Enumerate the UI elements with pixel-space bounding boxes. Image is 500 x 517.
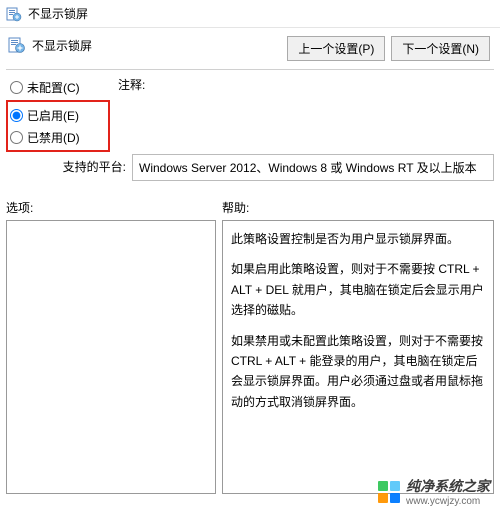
watermark-line2: www.ycwjzy.com: [406, 496, 490, 507]
help-pane: 帮助: 此策略设置控制是否为用户显示锁屏界面。 如果启用此策略设置，则对于不需要…: [222, 185, 494, 494]
radio-disabled[interactable]: 已禁用(D): [10, 126, 104, 148]
radio-not-configured-input[interactable]: [10, 81, 23, 94]
nav-buttons: 上一个设置(P) 下一个设置(N): [287, 36, 494, 61]
help-label: 帮助:: [222, 185, 494, 220]
help-paragraph: 如果禁用或未配置此策略设置，则对于不需要按 CTRL + ALT + 能登录的用…: [231, 331, 485, 413]
supported-platform-label: 支持的平台:: [6, 154, 132, 175]
config-row: 未配置(C) 已启用(E) 已禁用(D) 注释:: [0, 70, 500, 152]
supported-platform-value: Windows Server 2012、Windows 8 或 Windows …: [132, 154, 494, 181]
previous-setting-button[interactable]: 上一个设置(P): [287, 36, 385, 61]
highlight-box: 已启用(E) 已禁用(D): [6, 100, 110, 152]
titlebar: 不显示锁屏: [0, 0, 500, 28]
gpedit-icon: [6, 6, 22, 22]
comment-label: 注释:: [118, 76, 494, 93]
radio-disabled-label: 已禁用(D): [27, 129, 80, 146]
comment-column: 注释:: [110, 76, 494, 97]
radio-not-configured[interactable]: 未配置(C): [10, 76, 110, 98]
policy-title: 不显示锁屏: [32, 36, 287, 54]
radio-not-configured-label: 未配置(C): [27, 79, 80, 96]
policy-header: 不显示锁屏 上一个设置(P) 下一个设置(N): [0, 28, 500, 65]
radio-enabled-input[interactable]: [10, 109, 23, 122]
window-title: 不显示锁屏: [28, 5, 88, 22]
state-radio-group: 未配置(C) 已启用(E) 已禁用(D): [10, 76, 110, 152]
radio-enabled[interactable]: 已启用(E): [10, 104, 104, 126]
options-label: 选项:: [6, 185, 216, 220]
options-box: [6, 220, 216, 494]
panes: 选项: 帮助: 此策略设置控制是否为用户显示锁屏界面。 如果启用此策略设置，则对…: [0, 181, 500, 494]
options-pane: 选项:: [6, 185, 216, 494]
policy-icon: [8, 36, 26, 54]
radio-enabled-label: 已启用(E): [27, 107, 79, 124]
next-setting-button[interactable]: 下一个设置(N): [391, 36, 490, 61]
help-box: 此策略设置控制是否为用户显示锁屏界面。 如果启用此策略设置，则对于不需要按 CT…: [222, 220, 494, 494]
help-paragraph: 此策略设置控制是否为用户显示锁屏界面。: [231, 229, 485, 249]
help-paragraph: 如果启用此策略设置，则对于不需要按 CTRL + ALT + DEL 就用户，其…: [231, 259, 485, 320]
radio-disabled-input[interactable]: [10, 131, 23, 144]
supported-platform-row: 支持的平台: Windows Server 2012、Windows 8 或 W…: [0, 152, 500, 181]
